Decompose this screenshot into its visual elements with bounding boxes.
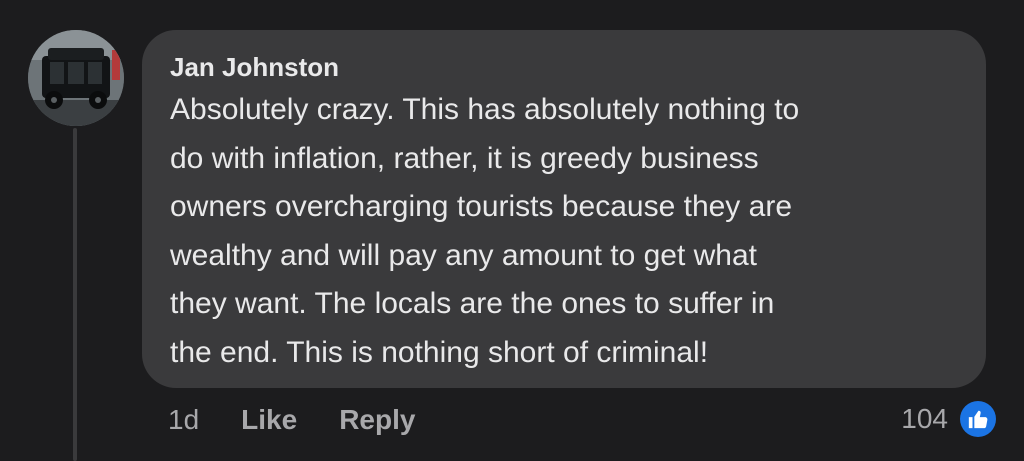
thumbs-up-icon [960, 401, 996, 437]
comment-actions: 1d Like Reply [168, 400, 415, 440]
comment-bubble: Jan Johnston Absolutely crazy. This has … [142, 30, 986, 388]
comment-timestamp[interactable]: 1d [168, 404, 199, 436]
like-button[interactable]: Like [241, 404, 297, 436]
avatar[interactable] [28, 30, 124, 126]
thread-line [73, 128, 77, 461]
reactions-summary[interactable]: 104 [901, 399, 996, 439]
comment-text: Absolutely crazy. This has absolutely no… [170, 93, 800, 369]
reaction-count: 104 [901, 403, 948, 434]
reply-button[interactable]: Reply [339, 404, 415, 436]
comment-author[interactable]: Jan Johnston [170, 52, 956, 82]
comment-thread: Jan Johnston Absolutely crazy. This has … [0, 0, 1024, 461]
hearse-photo-avatar-icon [28, 30, 124, 126]
